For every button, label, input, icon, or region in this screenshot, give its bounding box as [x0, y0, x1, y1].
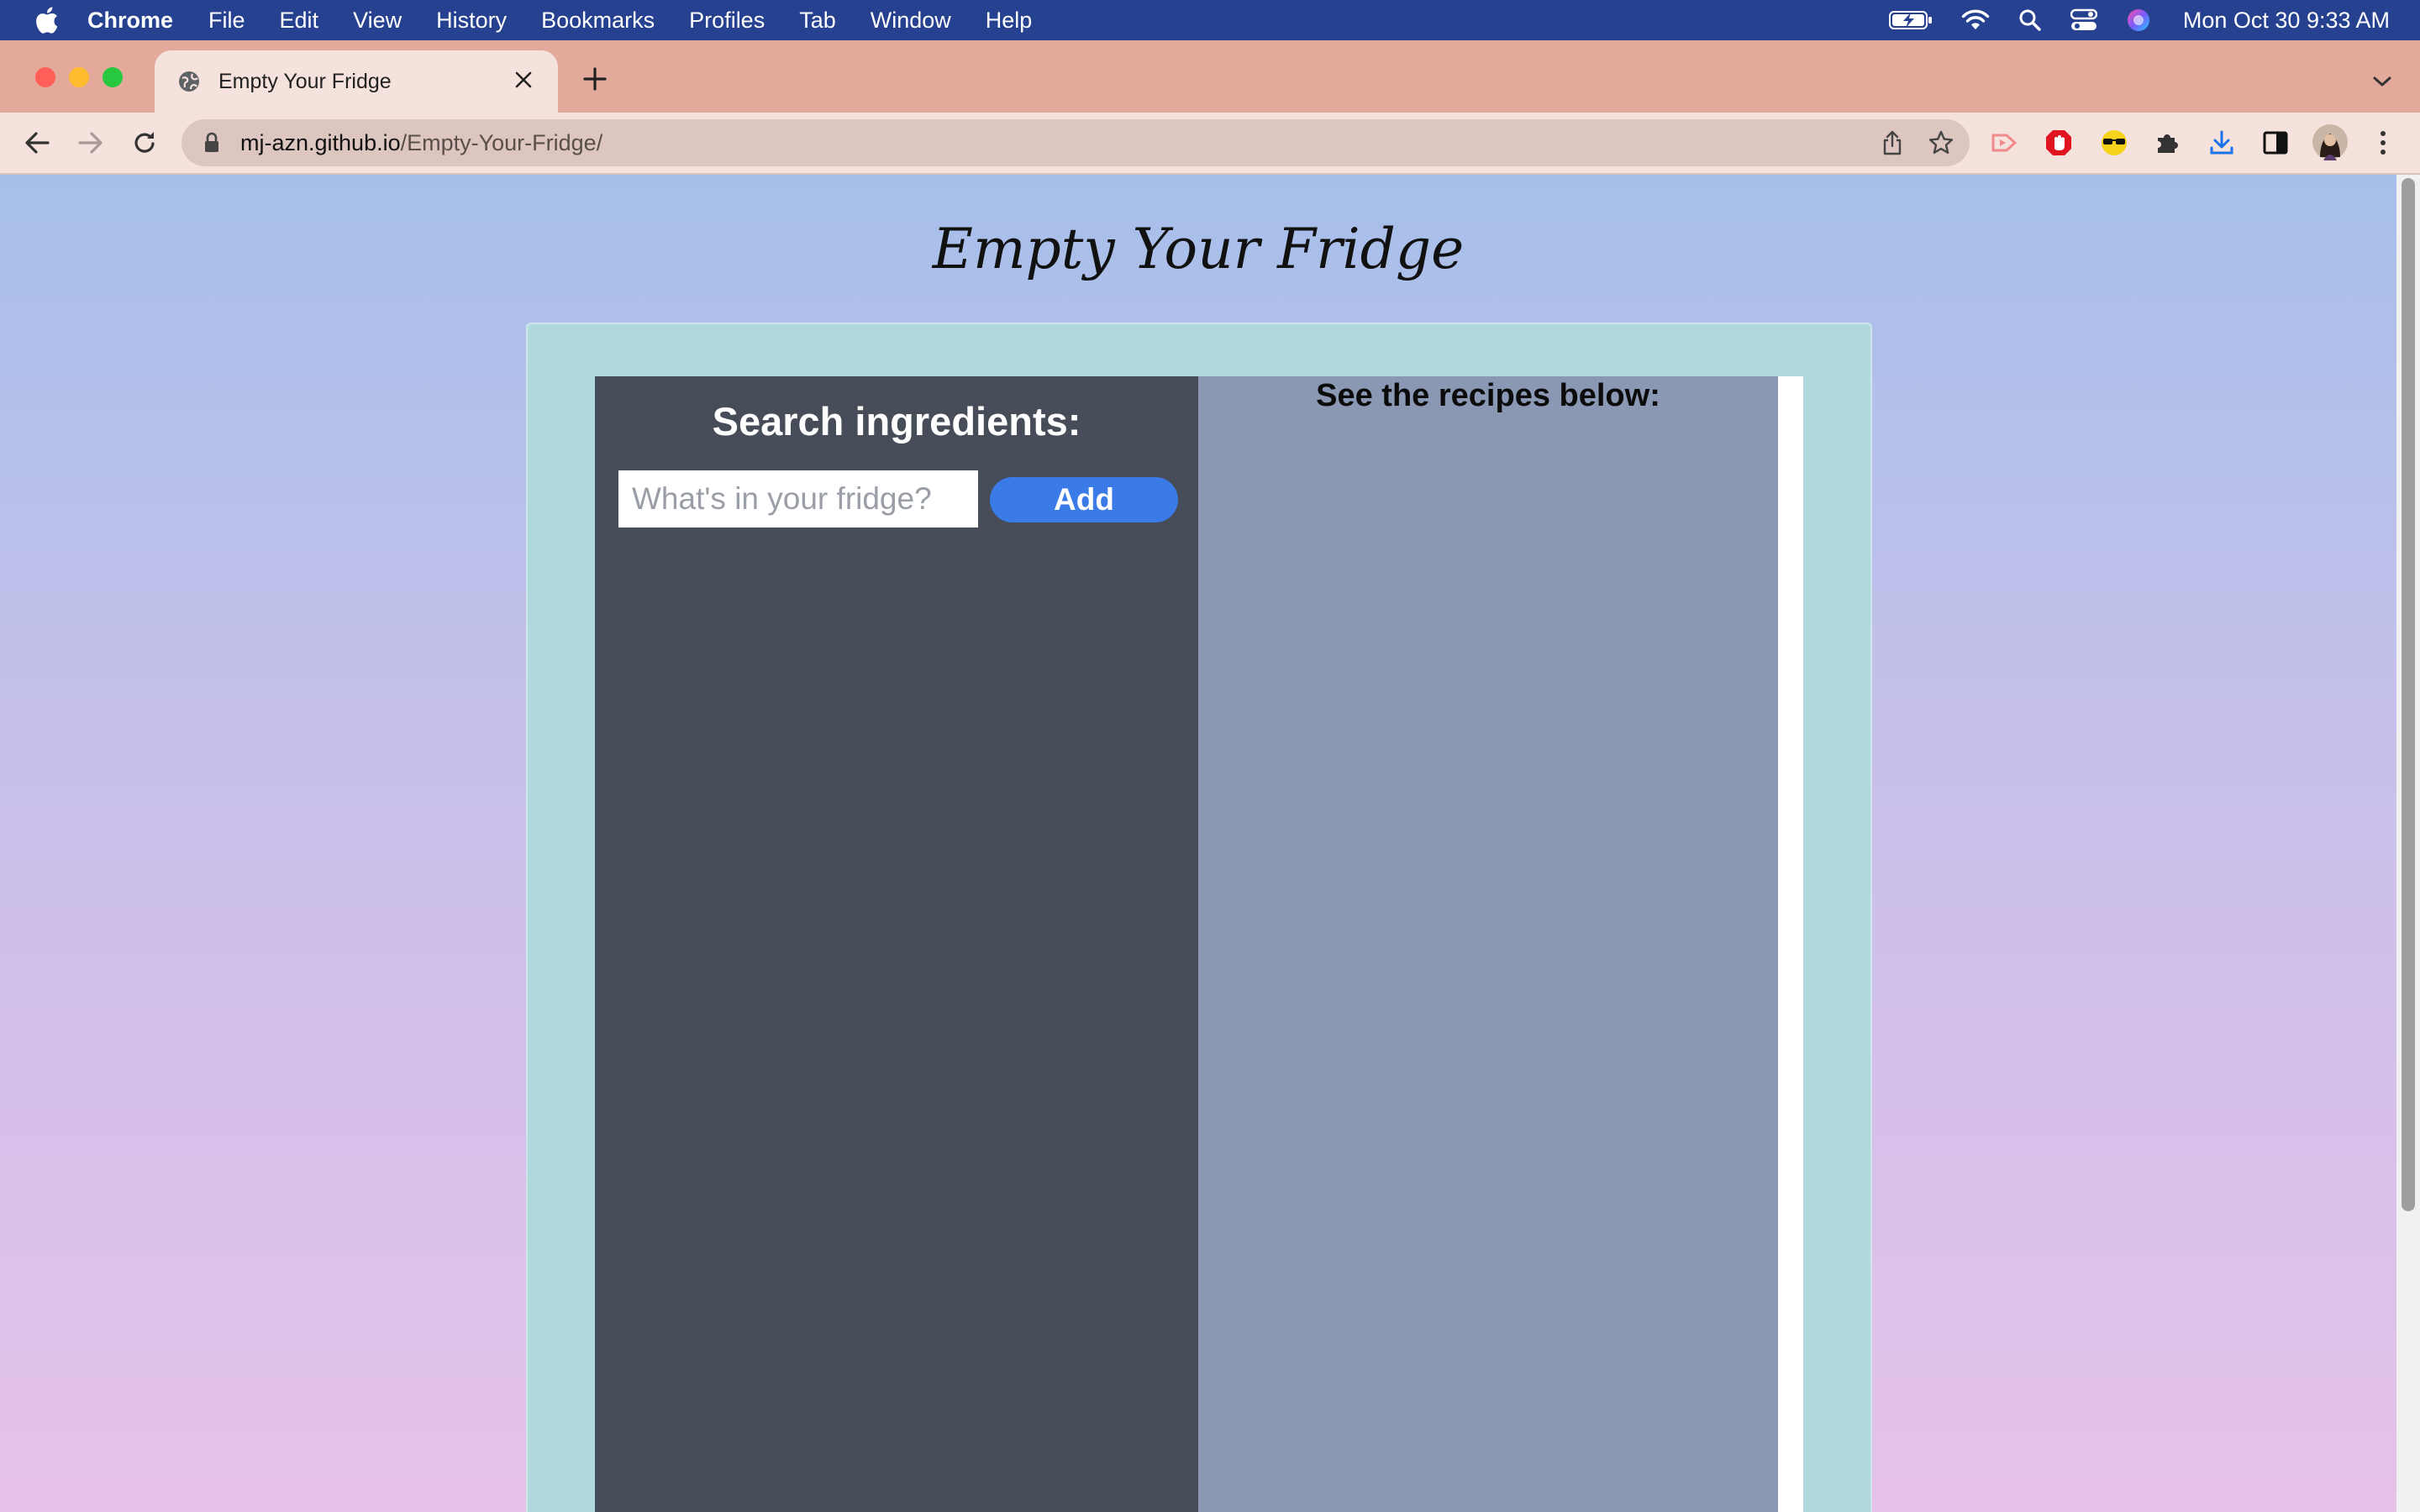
menu-history[interactable]: History: [436, 8, 507, 34]
lock-icon[interactable]: [202, 130, 222, 155]
menu-bookmarks[interactable]: Bookmarks: [541, 8, 655, 34]
profile-avatar[interactable]: [2311, 123, 2349, 161]
control-center-icon[interactable]: [2070, 8, 2097, 32]
sunglasses-extension-icon[interactable]: [2097, 126, 2131, 160]
menu-profiles[interactable]: Profiles: [689, 8, 765, 34]
recipes-panel: See the recipes below:: [1198, 376, 1778, 1512]
tab-close-icon[interactable]: [511, 69, 536, 94]
spotlight-search-icon[interactable]: [2018, 8, 2042, 32]
tab-title: Empty Your Fridge: [218, 69, 392, 93]
site-title: Empty Your Fridge: [932, 217, 1465, 281]
page-scrollbar[interactable]: [2396, 175, 2420, 1512]
kebab-menu-icon[interactable]: [2365, 124, 2402, 161]
recipes-heading: See the recipes below:: [1316, 378, 1660, 413]
extensions-puzzle-icon[interactable]: [2151, 126, 2185, 160]
browser-tab-active[interactable]: Empty Your Fridge: [155, 50, 558, 113]
tab-search-chevron-icon[interactable]: [2368, 69, 2396, 94]
battery-charging-icon[interactable]: [1888, 10, 1933, 30]
share-icon[interactable]: [1879, 129, 1906, 156]
ingredient-search-input[interactable]: [618, 470, 978, 528]
window-zoom-button[interactable]: [103, 67, 123, 87]
menubar-clock[interactable]: Mon Oct 30 9:33 AM: [2183, 8, 2390, 34]
menu-view[interactable]: View: [353, 8, 402, 34]
browser-toolbar: mj-azn.github.io/Empty-Your-Fridge/: [0, 113, 2420, 175]
siri-icon[interactable]: [2126, 8, 2151, 33]
back-arrow-icon[interactable]: [18, 124, 55, 161]
adblock-extension-icon[interactable]: [2042, 126, 2075, 160]
url-host: mj-azn.github.io: [240, 129, 401, 155]
wifi-icon[interactable]: [1961, 9, 1990, 31]
address-bar[interactable]: mj-azn.github.io/Empty-Your-Fridge/: [182, 119, 1970, 166]
window-close-button[interactable]: [35, 67, 55, 87]
app-container: Search ingredients: Add See the recipes …: [526, 323, 1872, 1512]
bookmark-star-icon[interactable]: [1926, 129, 1956, 156]
add-ingredient-button[interactable]: Add: [990, 477, 1178, 522]
apple-logo-icon[interactable]: [27, 1, 66, 39]
cast-extension-icon[interactable]: [1988, 126, 2022, 160]
search-panel: Search ingredients: Add: [595, 376, 1198, 1512]
search-heading: Search ingredients:: [712, 399, 1081, 444]
menu-window[interactable]: Window: [871, 8, 951, 34]
side-panel-icon[interactable]: [2259, 126, 2292, 160]
menu-app-chrome[interactable]: Chrome: [87, 8, 173, 34]
page-scrollbar-thumb[interactable]: [2402, 178, 2415, 1211]
forward-arrow-icon[interactable]: [72, 124, 109, 161]
url-path: /Empty-Your-Fridge/: [400, 129, 603, 155]
menu-tab[interactable]: Tab: [799, 8, 836, 34]
macos-menu-bar: Chrome File Edit View History Bookmarks …: [0, 0, 2420, 40]
page-viewport: Empty Your Fridge Search ingredients: Ad…: [0, 175, 2420, 1512]
menu-help[interactable]: Help: [986, 8, 1033, 34]
new-tab-icon[interactable]: [580, 66, 610, 96]
globe-favicon-icon: [176, 69, 202, 94]
url-text[interactable]: mj-azn.github.io/Empty-Your-Fridge/: [240, 130, 602, 156]
menu-edit[interactable]: Edit: [280, 8, 319, 34]
window-minimize-button[interactable]: [69, 67, 89, 87]
reload-icon[interactable]: [126, 124, 163, 161]
panel-edge-strip: [1778, 376, 1803, 1512]
menu-file[interactable]: File: [208, 8, 245, 34]
downloads-icon[interactable]: [2205, 126, 2238, 160]
